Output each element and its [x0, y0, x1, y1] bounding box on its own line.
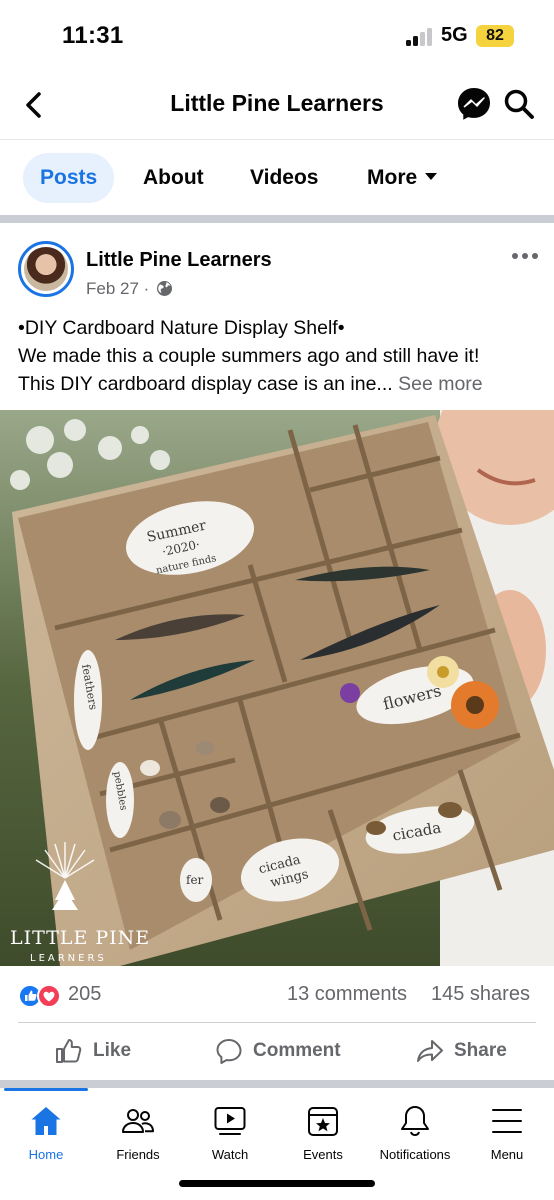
messenger-icon[interactable]: [456, 86, 492, 122]
search-icon[interactable]: [503, 88, 535, 120]
nav-watch-label: Watch: [211, 1147, 249, 1162]
nav-active-indicator: [4, 1088, 88, 1091]
post-photo[interactable]: Summer ·2020· nature finds feathers flow…: [0, 410, 554, 966]
nav-notifications-label: Notifications: [379, 1147, 451, 1162]
reactions-bar: 205 13 comments 145 shares: [0, 966, 554, 1024]
avatar[interactable]: [18, 241, 74, 297]
nav-friends[interactable]: Friends: [92, 1088, 184, 1168]
love-reaction-icon: [37, 984, 61, 1008]
post-text-line-3-body: This DIY cardboard display case is an in…: [18, 373, 399, 395]
nav-menu-label: Menu: [490, 1147, 524, 1162]
like-button[interactable]: Like: [54, 1033, 131, 1069]
post-date[interactable]: Feb 27: [86, 279, 139, 298]
post-photo-illustration: Summer ·2020· nature finds feathers flow…: [0, 410, 554, 966]
watermark-little-pine: LITTLE PINE: [10, 927, 150, 949]
see-more-link[interactable]: See more: [398, 373, 483, 395]
nav-watch[interactable]: Watch: [184, 1088, 276, 1168]
watermark-learners: LEARNERS: [30, 953, 107, 964]
post-actions: Like Comment Share: [0, 1023, 554, 1079]
tab-more[interactable]: More: [350, 153, 454, 203]
tab-about[interactable]: About: [126, 153, 221, 203]
network-label: 5G: [441, 24, 468, 46]
thumbs-up-icon: [56, 1039, 82, 1063]
comment-button[interactable]: Comment: [214, 1033, 341, 1069]
reaction-count[interactable]: 205: [68, 983, 101, 1006]
nav-notifications[interactable]: Notifications: [369, 1088, 461, 1168]
tab-posts[interactable]: Posts: [23, 153, 115, 203]
home-indicator[interactable]: [179, 1180, 375, 1187]
caret-down-icon: [425, 173, 438, 181]
friends-icon: [122, 1109, 154, 1133]
status-time: 11:31: [62, 22, 124, 49]
sunflower: [451, 681, 499, 729]
post-text-line-2: We made this a couple summers ago and st…: [18, 345, 480, 367]
nav-home[interactable]: Home: [0, 1088, 92, 1168]
shares-count[interactable]: 145 shares: [431, 983, 530, 1006]
nav-events[interactable]: Events: [277, 1088, 369, 1168]
photo-label-ferns: fer: [186, 873, 204, 887]
reaction-icons[interactable]: [18, 984, 64, 1008]
comment-label: Comment: [253, 1040, 341, 1061]
status-bar: 11:31 5G 82: [0, 0, 554, 70]
feed-divider: [0, 1080, 554, 1088]
menu-icon: [492, 1109, 522, 1133]
nav-home-label: Home: [28, 1147, 64, 1162]
meta-separator: ·: [143, 279, 150, 298]
home-icon: [31, 1107, 61, 1135]
tab-more-label: More: [367, 166, 418, 189]
page-tabs: Posts About Videos More: [0, 141, 554, 215]
more-options-icon[interactable]: [512, 253, 538, 261]
share-icon: [417, 1040, 443, 1062]
post-author[interactable]: Little Pine Learners: [86, 249, 272, 272]
nav-events-label: Events: [303, 1147, 343, 1162]
nav-menu[interactable]: Menu: [461, 1088, 553, 1168]
share-button[interactable]: Share: [415, 1033, 507, 1069]
post-text-line-3: This DIY cardboard display case is an in…: [18, 370, 542, 398]
globe-icon: [157, 281, 173, 296]
nav-friends-label: Friends: [116, 1147, 160, 1162]
share-label: Share: [454, 1040, 507, 1061]
post-header: Little Pine Learners Feb 27 ·: [0, 223, 554, 313]
comments-count[interactable]: 13 comments: [287, 983, 407, 1006]
post-text-line-1: •DIY Cardboard Nature Display Shelf•: [18, 317, 345, 339]
battery-indicator: 82: [476, 25, 514, 47]
signal-icon: [406, 28, 434, 46]
bell-icon: [401, 1106, 429, 1137]
like-label: Like: [93, 1040, 132, 1061]
tab-videos[interactable]: Videos: [233, 153, 335, 203]
comment-icon: [216, 1039, 242, 1064]
watch-icon: [214, 1107, 246, 1135]
section-divider: [0, 215, 554, 223]
post-meta: Feb 27 ·: [86, 279, 173, 299]
post-text: •DIY Cardboard Nature Display Shelf• We …: [18, 314, 542, 398]
events-icon: [308, 1107, 338, 1136]
page-header: Little Pine Learners: [0, 70, 554, 140]
